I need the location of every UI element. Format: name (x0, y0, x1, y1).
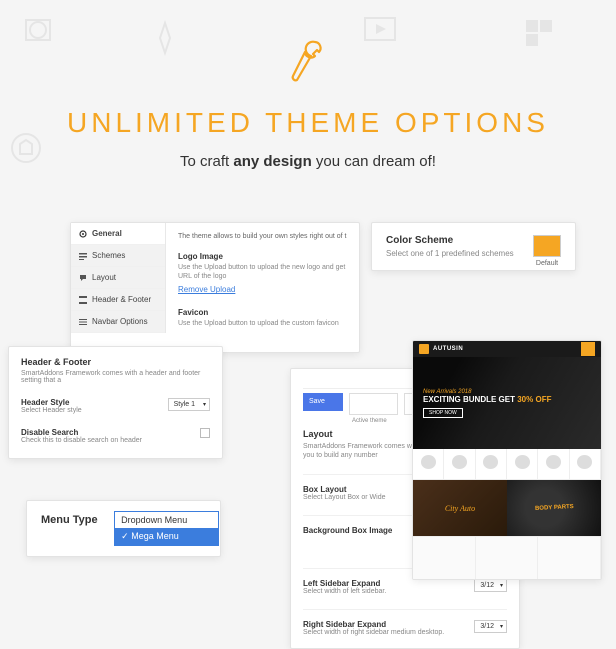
row-label: Left Sidebar Expand (303, 579, 386, 588)
chat-icon (79, 274, 87, 282)
tab-content: The theme allows to build your own style… (166, 223, 359, 352)
bottom-strip (413, 536, 601, 580)
row-label: Right Sidebar Expand (303, 620, 444, 629)
save-button[interactable]: Save (303, 393, 343, 411)
row-desc: Select Header style (21, 407, 82, 414)
option-logo-image: Logo Image Use the Upload button to uplo… (178, 252, 347, 294)
row-disable-search: Disable Search Check this to disable sea… (21, 428, 210, 444)
tab-label: General (92, 229, 122, 238)
tab-general[interactable]: General (71, 223, 165, 245)
product-thumb (507, 449, 538, 479)
strip-cell (413, 537, 476, 580)
strip-cell (476, 537, 539, 580)
option-desc: Use the Upload button to upload the new … (178, 263, 347, 281)
option-favicon: Favicon Use the Upload button to upload … (178, 308, 347, 328)
page-title: UNLIMITED THEME OPTIONS (0, 107, 616, 139)
banner-body-parts: BODY PARTS (507, 480, 601, 536)
row-desc: Select width of right sidebar medium des… (303, 629, 444, 636)
menu-type-label: Menu Type (41, 514, 98, 526)
card-subtitle: SmartAddons Framework comes with a heade… (21, 370, 210, 384)
tab-label: Layout (92, 273, 116, 282)
tab-label: Header & Footer (92, 295, 151, 304)
menu-icon (79, 318, 87, 326)
row-label: Background Box Image (303, 526, 392, 535)
row-desc: Check this to disable search on header (21, 437, 142, 444)
row-label: Header Style (21, 398, 82, 407)
page-header: UNLIMITED THEME OPTIONS To craft any des… (0, 0, 616, 170)
layout-icon (79, 296, 87, 304)
disable-search-checkbox[interactable] (200, 428, 210, 438)
strip-cell (538, 537, 601, 580)
tab-schemes[interactable]: Schemes (71, 245, 165, 267)
option-title: Logo Image (178, 252, 347, 261)
product-thumb (413, 449, 444, 479)
product-thumb (444, 449, 475, 479)
preview-brand: AUTUSIN (433, 346, 463, 352)
list-icon (79, 252, 87, 260)
product-strip (413, 449, 601, 480)
tab-label: Navbar Options (92, 317, 148, 326)
header-footer-card: Header & Footer SmartAddons Framework co… (8, 346, 223, 459)
menu-type-card: Menu Type Dropdown Menu Mega Menu (26, 500, 221, 557)
left-sidebar-select[interactable]: 3/12 (474, 579, 507, 592)
row-label: Disable Search (21, 428, 142, 437)
swatch-label: Default (533, 260, 561, 267)
hero-title: EXCITING BUNDLE GET 30% OFF (423, 395, 601, 404)
tab-label: Schemes (92, 251, 125, 260)
row-right-sidebar: Right Sidebar Expand Select width of rig… (303, 609, 507, 636)
preview-hero: New Arrivals 2018 EXCITING BUNDLE GET 30… (413, 357, 601, 449)
theme-thumbnail[interactable]: Active theme (349, 393, 398, 415)
dropdown-option[interactable]: Dropdown Menu (115, 512, 218, 528)
tab-header-footer[interactable]: Header & Footer (71, 289, 165, 311)
site-preview: AUTUSIN New Arrivals 2018 EXCITING BUNDL… (412, 340, 602, 580)
wrench-icon (289, 36, 327, 89)
color-swatch (533, 235, 561, 257)
cart-icon (581, 342, 595, 356)
product-thumb (538, 449, 569, 479)
theme-caption: Active theme (352, 418, 387, 424)
tab-intro-text: The theme allows to build your own style… (178, 233, 347, 240)
page-subtitle: To craft any design you can dream of! (0, 153, 616, 170)
preview-logo-icon (419, 344, 429, 354)
menu-type-dropdown[interactable]: Dropdown Menu Mega Menu (114, 511, 219, 546)
row-desc: Select Layout Box or Wide (303, 494, 386, 501)
theme-options-panel: General Schemes Layout Header & Footer N… (70, 222, 360, 353)
card-title: Header & Footer (21, 357, 210, 367)
gear-icon (79, 230, 87, 238)
row-header-style: Header Style Select Header style Style 1 (21, 398, 210, 414)
color-swatch-option[interactable]: Default (533, 235, 561, 267)
option-desc: Use the Upload button to upload the cust… (178, 319, 347, 328)
right-sidebar-select[interactable]: 3/12 (474, 620, 507, 633)
product-thumb (570, 449, 601, 479)
tab-layout[interactable]: Layout (71, 267, 165, 289)
row-desc: Select width of left sidebar. (303, 588, 386, 595)
header-style-select[interactable]: Style 1 (168, 398, 210, 411)
preview-navbar: AUTUSIN (413, 341, 601, 357)
option-title: Favicon (178, 308, 347, 317)
tab-navbar-options[interactable]: Navbar Options (71, 311, 165, 333)
row-label: Box Layout (303, 485, 386, 494)
remove-upload-link[interactable]: Remove Upload (178, 285, 235, 294)
color-scheme-card: Color Scheme Select one of 1 predefined … (371, 222, 576, 271)
product-thumb (476, 449, 507, 479)
banner-row: City Auto BODY PARTS (413, 480, 601, 536)
banner-city-auto: City Auto (413, 480, 507, 536)
hero-cta-button: SHOP NOW (423, 408, 463, 418)
options-tab-list: General Schemes Layout Header & Footer N… (71, 223, 166, 333)
dropdown-option-selected[interactable]: Mega Menu (115, 528, 218, 545)
